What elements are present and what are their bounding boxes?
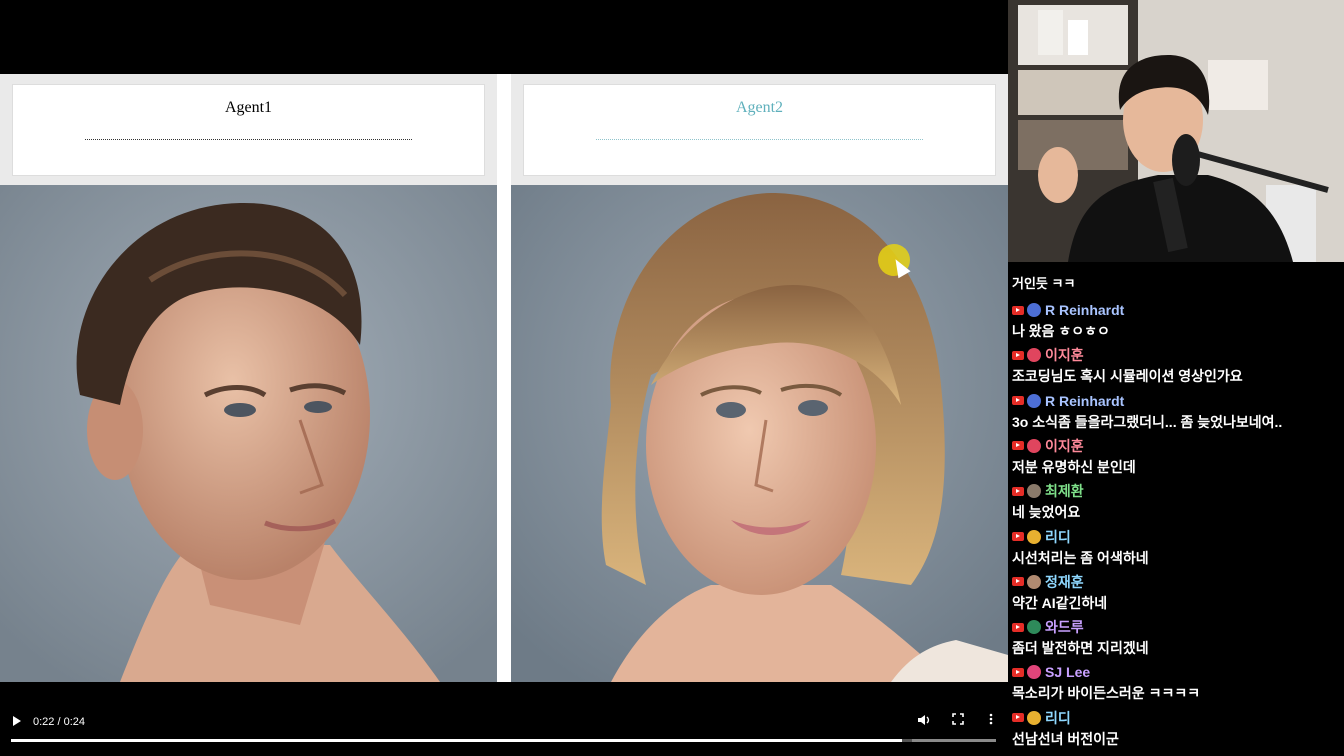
chat-message: R Reinhardt 나 왔음 ㅎㅇㅎㅇ [1012,300,1342,345]
agent1-portrait [0,185,497,682]
youtube-icon [1012,441,1024,451]
player-controls: 0:22 / 0:24 [0,706,1008,746]
avatar[interactable] [1027,484,1041,499]
chat-text: 시선처리는 좀 어색하네 [1012,549,1149,566]
agent2-header: Agent2 [523,84,996,176]
agent1-title: Agent1 [224,99,273,116]
avatar[interactable] [1027,393,1041,408]
agent1-header: Agent1 [12,84,485,176]
chat-message-header: 정재훈 [1012,572,1084,592]
avatar[interactable] [1027,438,1041,453]
chat-text: 조코딩님도 혹시 시뮬레이션 영상인가요 [1012,368,1243,385]
live-chat: 거인듯 ㅋㅋ R Reinhardt 나 왔음 ㅎㅇㅎㅇ 이지훈 조코딩님도 혹시 시… [1008,262,1344,756]
progress-fill [11,739,903,742]
avatar[interactable] [1027,574,1041,589]
chat-message-header: 이지훈 [1012,436,1084,456]
more-icon[interactable] [983,713,999,729]
chat-message-header: 와드루 [1012,617,1084,637]
chat-message-header: 리디 [1012,527,1071,547]
agent1-divider-line [85,139,412,140]
chat-author[interactable]: 이지훈 [1045,436,1084,456]
chat-author[interactable]: 최제환 [1045,481,1084,501]
chat-message-header: 이지훈 [1012,345,1084,365]
chat-author[interactable]: 리디 [1045,527,1071,547]
youtube-icon [1012,713,1024,723]
chat-author[interactable]: R Reinhardt [1045,393,1124,409]
chat-author[interactable]: 리디 [1045,708,1071,728]
agent1-panel: Agent1 [0,74,497,682]
chat-message-header: 리디 [1012,708,1071,728]
avatar[interactable] [1027,348,1041,363]
youtube-icon [1012,396,1024,406]
play-icon[interactable] [13,716,21,726]
youtube-icon [1012,350,1024,360]
chat-message-header: R Reinhardt [1012,391,1124,411]
avatar[interactable] [1027,665,1041,680]
youtube-icon [1012,532,1024,541]
panel-divider [497,74,511,682]
chat-message: 이지훈조코딩님도 혹시 시뮬레이션 영상인가요 [1012,345,1342,390]
agent2-portrait [511,185,1008,682]
chat-text: 네 늦었어요 [1012,504,1081,521]
chat-text: 나 왔음 ㅎㅇㅎㅇ [1012,323,1110,339]
chat-text: 좀더 발전하면 지리겠네 [1012,640,1149,657]
avatar[interactable] [1027,620,1041,635]
chat-text: 3o 소식좀 들을라그랬더니... 좀 늦었나보네여.. [1012,413,1283,430]
youtube-icon [1012,577,1024,587]
progress-buffer [912,739,996,742]
chat-message: R Reinhardt 3o 소식좀 들을라그랬더니... 좀 늦었나보네여.. [1012,391,1342,436]
progress-bar[interactable] [11,739,996,742]
video-player[interactable]: Agent1 Agent2 0:22 / 0:24 [0,0,1008,756]
video-frame: Agent1 Agent2 [0,74,1008,682]
agent2-divider-line [596,139,923,140]
chat-message: 와드루좀더 발전하면 지리겠네 [1012,617,1342,662]
chat-partial-message: 거인듯 ㅋㅋ [1012,276,1076,291]
chat-author[interactable]: 이지훈 [1045,345,1084,365]
youtube-icon [1012,622,1024,632]
time-display: 0:22 / 0:24 [33,716,85,728]
avatar[interactable] [1027,529,1041,544]
agent2-title: Agent2 [735,99,784,116]
chat-message: SJ Lee 목소리가 바이든스러운 ㅋㅋㅋㅋ [1012,662,1342,707]
chat-message: 이지훈저분 유명하신 분인데 [1012,436,1342,481]
agent2-panel: Agent2 [511,74,1008,682]
youtube-icon [1012,486,1024,496]
chat-message: 정재훈약간 AI같긴하네 [1012,572,1342,617]
chat-message: 리디선남선녀 버전이군 [1012,708,1342,753]
fullscreen-icon[interactable] [950,713,966,729]
avatar[interactable] [1027,710,1041,725]
chat-author[interactable]: 와드루 [1045,617,1084,637]
chat-text: 저분 유명하신 분인데 [1012,458,1136,475]
avatar[interactable] [1027,303,1041,317]
chat-text: 약간 AI같긴하네 [1012,594,1108,611]
youtube-icon [1012,305,1024,315]
volume-icon[interactable] [916,713,932,729]
chat-text: 목소리가 바이든스러운 ㅋㅋㅋㅋ [1012,685,1201,702]
chat-text: 선남선녀 버전이군 [1012,730,1119,747]
chat-message-header: SJ Lee [1012,662,1090,682]
chat-author[interactable]: R Reinhardt [1045,302,1124,318]
chat-message: 리디시선처리는 좀 어색하네 [1012,527,1342,572]
youtube-icon [1012,667,1024,677]
webcam-overlay [1008,0,1344,262]
chat-author[interactable]: 정재훈 [1045,572,1084,592]
chat-message: 최제환네 늦었어요 [1012,481,1342,526]
chat-message-header: R Reinhardt [1012,300,1124,320]
chat-message-header: 최제환 [1012,481,1084,501]
chat-author[interactable]: SJ Lee [1045,664,1090,680]
